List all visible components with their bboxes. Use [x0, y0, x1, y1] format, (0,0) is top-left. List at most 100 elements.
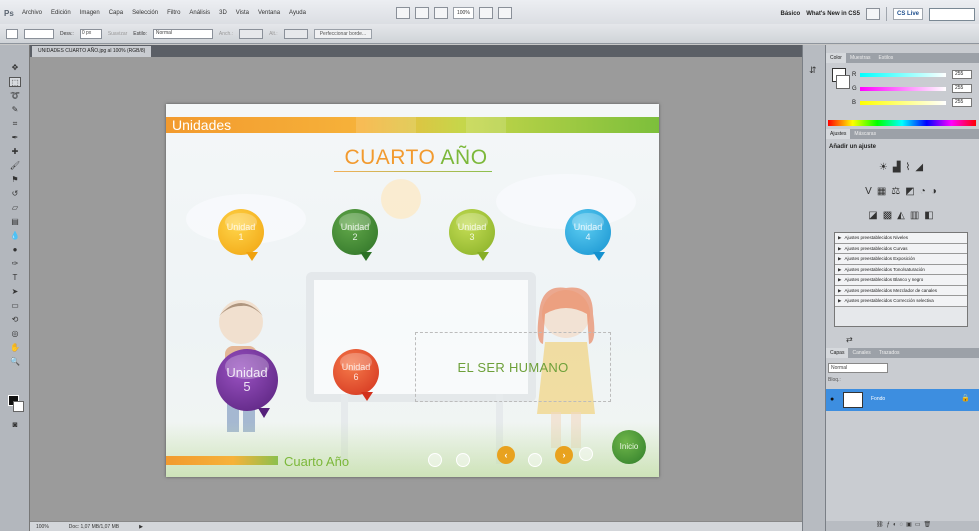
color-panel-bg-swatch[interactable] — [836, 75, 850, 89]
home-button[interactable]: Inicio — [612, 430, 646, 464]
tab-masks[interactable]: Máscaras — [850, 129, 880, 139]
hue-saturation-icon[interactable]: ▦ — [877, 186, 886, 197]
unit-1-button[interactable]: Unidad 1 — [218, 209, 264, 261]
black-white-icon[interactable]: ◩ — [905, 186, 914, 197]
path-selection-tool-icon[interactable]: ➤ — [9, 287, 21, 297]
vibrance-icon[interactable]: V — [865, 186, 872, 197]
selective-color-icon[interactable]: ◧ — [924, 210, 933, 221]
page-dot[interactable] — [528, 453, 542, 467]
tab-swatches[interactable]: Muestras — [846, 53, 875, 63]
eraser-tool-icon[interactable]: ▱ — [9, 203, 21, 213]
marquee-tool-preset-icon[interactable] — [6, 28, 18, 39]
menu-imagen[interactable]: Imagen — [80, 10, 100, 16]
height-input[interactable] — [283, 28, 308, 39]
channel-mixer-icon[interactable]: ◑ — [931, 186, 937, 197]
page-dot[interactable] — [456, 453, 470, 467]
threshold-icon[interactable]: ◭ — [897, 210, 905, 221]
quick-mask-icon[interactable]: ◙ — [9, 420, 21, 430]
unit-3-button[interactable]: Unidad 3 — [449, 209, 495, 261]
green-value[interactable]: 255 — [952, 84, 972, 93]
launch-bridge-icon[interactable] — [396, 7, 410, 19]
visibility-eye-icon[interactable]: ● — [830, 396, 834, 403]
launch-mini-bridge-icon[interactable] — [415, 7, 429, 19]
posterize-icon[interactable]: ▩ — [883, 210, 892, 221]
preset-item[interactable]: ▶ Ajustes preestablecidos Corrección sele… — [835, 296, 967, 307]
zoom-level-select[interactable]: 100% — [453, 7, 474, 19]
menu-3d[interactable]: 3D — [219, 10, 227, 16]
selection-mode-icons[interactable] — [24, 28, 54, 39]
brightness-contrast-icon[interactable]: ☀ — [879, 162, 888, 173]
red-slider[interactable] — [860, 73, 946, 77]
3d-rotate-tool-icon[interactable]: ⟲ — [9, 315, 21, 325]
history-brush-tool-icon[interactable]: ↺ — [9, 189, 21, 199]
arrange-documents-icon[interactable] — [478, 7, 493, 19]
unit-2-button[interactable]: Unidad 2 — [332, 209, 378, 261]
status-arrow-icon[interactable]: ▶ — [139, 524, 143, 530]
workspace-basic[interactable]: Básico — [781, 11, 801, 17]
width-input[interactable] — [239, 28, 264, 39]
healing-brush-tool-icon[interactable]: ✚ — [9, 147, 21, 157]
menu-seleccion[interactable]: Selección — [132, 10, 158, 16]
tab-channels[interactable]: Canales — [848, 348, 874, 358]
document-tab[interactable]: UNIDADES CUARTO AÑO.jpg al 100% (RGB/8) — [32, 46, 152, 57]
tab-layers[interactable]: Capas — [826, 348, 849, 358]
quick-select-tool-icon[interactable]: ✎ — [9, 105, 21, 115]
preset-item[interactable]: ▶ Ajustes preestablecidos Tono/saturación — [835, 264, 967, 275]
preset-item[interactable]: ▶ Ajustes preestablecidos Mezclador de ca… — [835, 285, 967, 296]
search-field[interactable] — [929, 7, 975, 21]
dodge-tool-icon[interactable]: ● — [9, 245, 21, 255]
color-balance-icon[interactable]: ⚖ — [891, 186, 900, 197]
workspace-whats-new[interactable]: What's New in CS5 — [806, 11, 860, 17]
levels-icon[interactable]: ▟ — [893, 162, 901, 173]
color-spectrum-ramp[interactable] — [828, 120, 976, 126]
blend-mode-select[interactable]: Normal — [828, 363, 888, 373]
status-zoom[interactable]: 100% — [36, 524, 49, 530]
lasso-tool-icon[interactable]: ➰ — [9, 91, 21, 101]
antialias-checkbox[interactable]: Suavizar — [108, 31, 127, 37]
exposure-icon[interactable]: ◢ — [915, 162, 923, 173]
curves-icon[interactable]: ⌇ — [906, 162, 911, 173]
history-panel-icon[interactable]: ⇵ — [809, 65, 817, 76]
next-button[interactable]: › — [555, 446, 573, 464]
menu-ventana[interactable]: Ventana — [258, 10, 280, 16]
marquee-tool-icon[interactable]: ⬚ — [9, 77, 21, 87]
unit-6-button[interactable]: Unidad 6 — [333, 349, 379, 401]
preset-item[interactable]: ▶ Ajustes preestablecidos Exposición — [835, 254, 967, 265]
green-slider[interactable] — [860, 87, 946, 91]
menu-capa[interactable]: Capa — [109, 10, 123, 16]
blur-tool-icon[interactable]: 💧 — [9, 231, 21, 241]
background-color-swatch[interactable] — [13, 401, 24, 412]
preset-item[interactable]: ▶ Ajustes preestablecidos Blanco y negro — [835, 275, 967, 286]
blue-slider[interactable] — [860, 101, 946, 105]
invert-icon[interactable]: ◪ — [868, 210, 877, 221]
gradient-tool-icon[interactable]: ▤ — [9, 217, 21, 227]
tab-color[interactable]: Color — [826, 53, 846, 63]
gradient-map-icon[interactable]: ▥ — [910, 210, 919, 221]
menu-analisis[interactable]: Análisis — [189, 10, 210, 16]
move-tool-icon[interactable]: ✥ — [9, 63, 21, 73]
preset-item[interactable]: ▶ Ajustes preestablecidos Curvas — [835, 243, 967, 254]
shape-tool-icon[interactable]: ▭ — [9, 301, 21, 311]
zoom-tool-icon[interactable]: 🔍 — [9, 357, 21, 367]
screen-mode-icon[interactable] — [497, 7, 512, 19]
layer-row-fondo[interactable]: ● Fondo 🔒 — [826, 389, 979, 411]
preset-item[interactable]: ▶ Ajustes preestablecidos Niveles — [835, 233, 967, 244]
adjust-footer-icons[interactable]: ⇄ — [846, 335, 853, 344]
tab-adjustments[interactable]: Ajustes — [826, 129, 851, 139]
3d-orbit-tool-icon[interactable]: ◎ — [9, 329, 21, 339]
eyedropper-tool-icon[interactable]: ✒ — [9, 133, 21, 143]
refine-edge-button[interactable]: Perfeccionar borde... — [313, 28, 373, 39]
menu-vista[interactable]: Vista — [236, 10, 249, 16]
workspace-more-icon[interactable] — [865, 8, 880, 20]
unit-5-button[interactable]: Unidad 5 — [216, 349, 278, 418]
blue-value[interactable]: 255 — [952, 98, 972, 107]
clone-stamp-tool-icon[interactable]: ⚑ — [9, 175, 21, 185]
page-dot[interactable] — [428, 453, 442, 467]
crop-tool-icon[interactable]: ⌗ — [9, 119, 21, 129]
brush-tool-icon[interactable]: 🖌 — [9, 161, 21, 171]
page-dot[interactable] — [579, 447, 593, 461]
type-tool-icon[interactable]: T — [9, 273, 21, 283]
menu-edicion[interactable]: Edición — [51, 10, 71, 16]
cs-live-button[interactable]: CS Live — [892, 8, 923, 20]
style-select[interactable]: Normal — [152, 28, 213, 39]
